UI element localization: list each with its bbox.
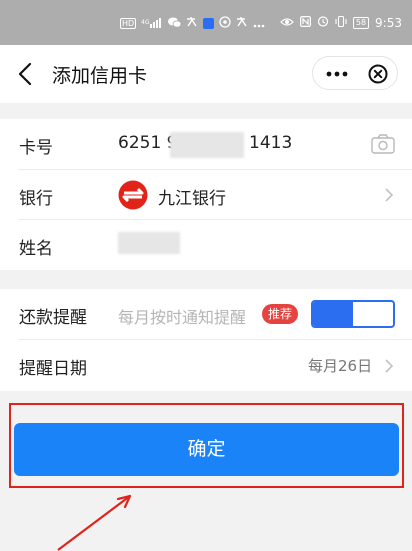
compass-icon <box>219 16 231 31</box>
back-button[interactable] <box>14 59 38 89</box>
name-label: 姓名 <box>19 239 53 259</box>
battery-icon: 58 <box>352 16 370 29</box>
vibrate-icon <box>335 15 347 30</box>
close-button[interactable] <box>368 64 388 84</box>
network-type-text: 4G <box>141 19 150 26</box>
translate-icon <box>186 16 198 31</box>
status-right-icons: 58 9:53 <box>280 15 402 30</box>
annotation-arrow-icon <box>57 494 132 551</box>
nav-bar: 添加信用卡 <box>0 45 412 103</box>
eye-icon <box>280 16 294 30</box>
card-number-label: 卡号 <box>19 138 53 158</box>
mini-program-capsule <box>312 56 398 90</box>
bank-row[interactable]: 银行 九江银行 <box>0 170 412 220</box>
page-title: 添加信用卡 <box>52 65 148 87</box>
more-notifications-icon <box>253 17 265 31</box>
app-notification-icon <box>203 18 215 29</box>
jiujiang-bank-logo <box>118 180 148 210</box>
card-number-redaction <box>170 132 244 158</box>
name-redaction <box>118 232 180 254</box>
status-time: 9:53 <box>375 15 402 30</box>
translate-icon-2 <box>236 16 248 31</box>
name-row[interactable]: 姓名 <box>0 220 412 270</box>
card-number-prefix: 6251 9 <box>118 133 178 153</box>
wechat-icon <box>168 17 182 31</box>
repayment-reminder-label: 还款提醒 <box>19 308 87 328</box>
more-button[interactable] <box>325 66 349 82</box>
camera-icon <box>371 134 395 154</box>
reminder-date-value: 每月26日 <box>308 357 373 375</box>
signal-icon: 4G <box>141 17 163 31</box>
more-dots-icon <box>326 71 348 77</box>
hd-badge: HD <box>120 18 137 29</box>
chevron-left-icon <box>18 62 32 86</box>
scan-card-button[interactable] <box>371 133 395 155</box>
close-circle-icon <box>368 64 388 84</box>
confirm-button[interactable]: 确定 <box>14 423 399 476</box>
reminder-date-label: 提醒日期 <box>19 359 87 379</box>
status-bar: HD 4G 58 9:53 <box>0 0 412 45</box>
nfc-icon <box>299 15 311 30</box>
alarm-icon <box>317 15 329 30</box>
recommend-badge: 推荐 <box>262 304 299 324</box>
bank-name: 九江银行 <box>158 189 226 209</box>
bank-logo <box>118 180 148 210</box>
toggle-fill <box>313 302 353 326</box>
bank-chevron-icon <box>384 187 394 203</box>
reminder-toggle[interactable] <box>311 300 395 328</box>
reminder-hint: 每月按时通知提醒 <box>118 308 247 327</box>
card-number-suffix: 1413 <box>249 133 293 153</box>
status-left-icons: HD 4G <box>120 16 265 31</box>
date-chevron-icon <box>384 358 394 374</box>
bank-label: 银行 <box>19 189 53 209</box>
